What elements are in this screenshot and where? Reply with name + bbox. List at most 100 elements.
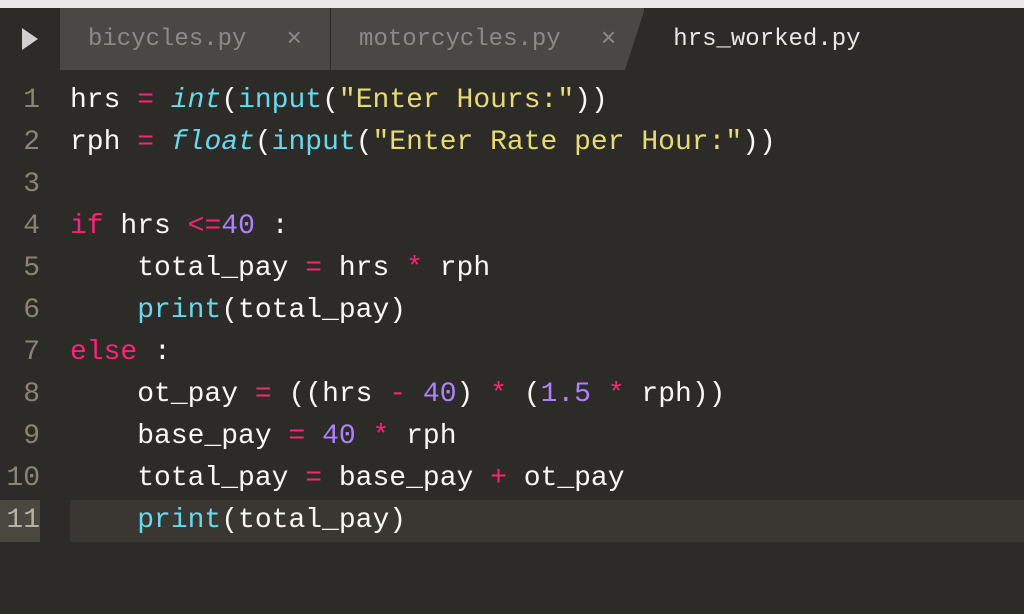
variable: ot_pay <box>137 379 238 410</box>
operator: * <box>591 379 641 410</box>
variable: rph <box>406 421 456 452</box>
indent <box>70 505 137 536</box>
variable: ot_pay <box>524 463 625 494</box>
code-area[interactable]: hrs = int(input("Enter Hours:")) rph = f… <box>50 80 1024 542</box>
close-icon[interactable]: × <box>601 24 617 54</box>
keyword: if <box>70 211 104 242</box>
function: input <box>238 85 322 116</box>
variable: hrs <box>120 211 170 242</box>
paren: ) <box>742 127 759 158</box>
line-number: 2 <box>0 122 40 164</box>
line-number: 9 <box>0 416 40 458</box>
paren: ( <box>524 379 541 410</box>
close-icon[interactable]: × <box>286 24 302 54</box>
operator: = <box>120 85 170 116</box>
indent <box>70 379 137 410</box>
variable: total_pay <box>238 295 389 326</box>
string: "Enter Hours:" <box>339 85 574 116</box>
number: 1.5 <box>541 379 591 410</box>
line-number: 3 <box>0 164 40 206</box>
tab-hrs-worked[interactable]: hrs_worked.py <box>645 8 929 70</box>
string: "Enter Rate per Hour:" <box>373 127 743 158</box>
paren: ( <box>322 85 339 116</box>
line-number: 7 <box>0 332 40 374</box>
number: 40 <box>423 379 457 410</box>
indent <box>70 295 137 326</box>
function: print <box>137 505 221 536</box>
variable: rph <box>70 127 120 158</box>
function: input <box>272 127 356 158</box>
colon: : <box>272 211 289 242</box>
tab-label: motorcycles.py <box>359 26 561 53</box>
keyword: else <box>70 337 137 368</box>
tab-motorcycles[interactable]: motorcycles.py × <box>331 8 645 70</box>
operator: = <box>288 253 338 284</box>
paren: ) <box>574 85 591 116</box>
code-line-1[interactable]: hrs = int(input("Enter Hours:")) <box>70 80 1024 122</box>
tab-bicycles[interactable]: bicycles.py × <box>60 8 331 70</box>
line-number: 5 <box>0 248 40 290</box>
paren: ) <box>389 295 406 326</box>
variable: hrs <box>322 379 372 410</box>
editor-body: 1 2 3 4 5 6 7 8 9 10 11 hrs = int(input(… <box>0 70 1024 542</box>
code-line-7[interactable]: else : <box>70 332 1024 374</box>
operator: <= <box>171 211 221 242</box>
variable: base_pay <box>339 463 473 494</box>
variable: total_pay <box>238 505 389 536</box>
paren: )) <box>692 379 726 410</box>
line-number: 1 <box>0 80 40 122</box>
editor-container: bicycles.py × motorcycles.py × hrs_worke… <box>0 8 1024 614</box>
window-top-bar <box>0 0 1024 8</box>
operator: - <box>373 379 423 410</box>
paren: ( <box>255 127 272 158</box>
operator: = <box>238 379 288 410</box>
operator: = <box>272 421 322 452</box>
paren: ) <box>591 85 608 116</box>
paren: ) <box>457 379 474 410</box>
code-line-3[interactable] <box>70 164 1024 206</box>
space <box>104 211 121 242</box>
line-number: 11 <box>0 500 40 542</box>
number: 40 <box>221 211 255 242</box>
code-line-10[interactable]: total_pay = base_pay + ot_pay <box>70 458 1024 500</box>
run-button[interactable] <box>0 8 60 70</box>
builtin: float <box>171 127 255 158</box>
space <box>255 211 272 242</box>
operator: * <box>389 253 439 284</box>
code-line-6[interactable]: print(total_pay) <box>70 290 1024 332</box>
operator: * <box>473 379 523 410</box>
paren: ( <box>356 127 373 158</box>
indent <box>70 421 137 452</box>
operator: + <box>473 463 523 494</box>
operator: * <box>356 421 406 452</box>
code-line-2[interactable]: rph = float(input("Enter Rate per Hour:"… <box>70 122 1024 164</box>
tab-label: bicycles.py <box>88 26 246 53</box>
code-line-8[interactable]: ot_pay = ((hrs - 40) * (1.5 * rph)) <box>70 374 1024 416</box>
line-number: 4 <box>0 206 40 248</box>
code-line-4[interactable]: if hrs <=40 : <box>70 206 1024 248</box>
code-line-9[interactable]: base_pay = 40 * rph <box>70 416 1024 458</box>
space <box>137 337 154 368</box>
code-line-11[interactable]: print(total_pay) <box>70 500 1024 542</box>
variable: hrs <box>339 253 389 284</box>
paren: ( <box>221 85 238 116</box>
operator: = <box>120 127 170 158</box>
indent <box>70 253 137 284</box>
line-number: 8 <box>0 374 40 416</box>
variable: total_pay <box>137 253 288 284</box>
builtin: int <box>171 85 221 116</box>
function: print <box>137 295 221 326</box>
paren: ( <box>221 295 238 326</box>
paren: ) <box>389 505 406 536</box>
code-line-5[interactable]: total_pay = hrs * rph <box>70 248 1024 290</box>
variable: hrs <box>70 85 120 116</box>
play-icon <box>22 28 38 50</box>
line-number: 10 <box>0 458 40 500</box>
colon: : <box>154 337 171 368</box>
variable: rph <box>440 253 490 284</box>
paren: (( <box>288 379 322 410</box>
number: 40 <box>322 421 356 452</box>
indent <box>70 463 137 494</box>
paren: ( <box>221 505 238 536</box>
variable: rph <box>641 379 691 410</box>
